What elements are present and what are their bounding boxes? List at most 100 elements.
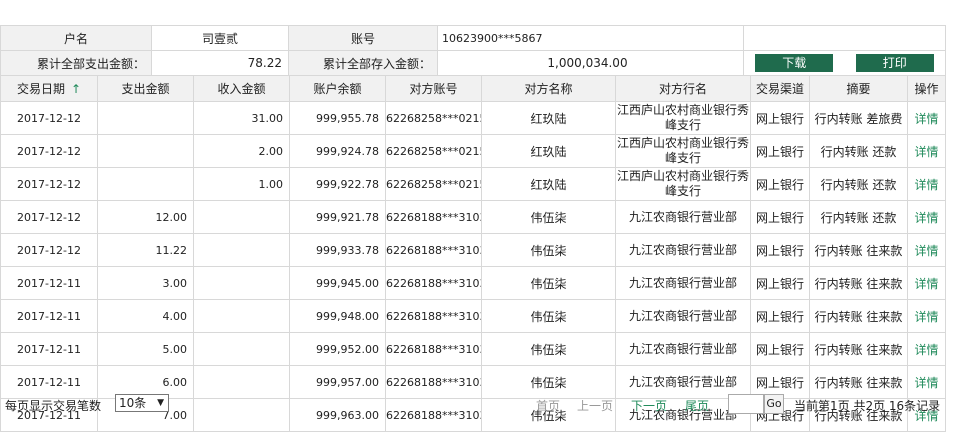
detail-link[interactable]: 详情 — [914, 376, 938, 390]
cell-expense: 3.00 — [97, 266, 194, 300]
detail-link[interactable]: 详情 — [914, 277, 938, 291]
table-row: 2017-12-11 3.00 999,945.00 62268188***3103 伟… — [0, 266, 946, 300]
page-size-value: 10条 — [119, 396, 147, 410]
cell-channel: 网上银行 — [750, 200, 810, 234]
account-name-value: 司壹贰 — [151, 25, 289, 51]
cell-memo: 行内转账 往来款 — [809, 332, 908, 366]
col-header-date-label: 交易日期 — [16, 82, 65, 96]
table-row: 2017-12-12 1.00 999,922.78 62268258***0215 红… — [0, 167, 946, 201]
cell-income — [193, 299, 290, 333]
cell-counter-account: 62268188***3103 — [385, 233, 482, 267]
detail-link[interactable]: 详情 — [914, 211, 938, 225]
cell-channel: 网上银行 — [750, 233, 810, 267]
cell-action: 详情 — [907, 332, 946, 366]
go-button[interactable]: Go — [764, 394, 784, 414]
detail-link[interactable]: 详情 — [914, 310, 938, 324]
cell-counter-bank: 九江农商银行营业部 — [615, 200, 751, 234]
table-row: 2017-12-11 5.00 999,952.00 62268188***3103 伟… — [0, 332, 946, 366]
print-button[interactable]: 打印 — [855, 54, 934, 72]
cell-counter-name: 伟伍柒 — [481, 200, 616, 234]
cell-channel: 网上银行 — [750, 101, 810, 135]
table-row: 2017-12-12 31.00 999,955.78 62268258***0215… — [0, 101, 946, 135]
first-page-link[interactable]: 首页 — [536, 397, 560, 414]
detail-link[interactable]: 详情 — [914, 244, 938, 258]
cell-expense — [97, 167, 194, 201]
detail-link[interactable]: 详情 — [914, 145, 938, 159]
cell-expense: 12.00 — [97, 200, 194, 234]
col-header-action: 操作 — [907, 75, 946, 102]
table-header-row: 交易日期 ↑ 支出金额 收入金额 账户余额 对方账号 对方名称 对方行名 交易渠道… — [0, 75, 946, 102]
cell-balance: 999,952.00 — [289, 332, 386, 366]
cell-balance: 999,922.78 — [289, 167, 386, 201]
cell-date: 2017-12-11 — [0, 266, 98, 300]
cell-counter-account: 62268258***0215 — [385, 167, 482, 201]
cell-action: 详情 — [907, 233, 946, 267]
transaction-table: 交易日期 ↑ 支出金额 收入金额 账户余额 对方账号 对方名称 对方行名 交易渠道… — [0, 75, 946, 432]
page-info: 当前第1页 共2页 16条记录 — [794, 399, 941, 413]
download-cell: 下载 — [743, 50, 845, 76]
cell-balance: 999,933.78 — [289, 233, 386, 267]
cell-memo: 行内转账 还款 — [809, 200, 908, 234]
total-out-value: 78.22 — [151, 50, 289, 76]
col-header-counter-name: 对方名称 — [481, 75, 616, 102]
cell-date: 2017-12-12 — [0, 134, 98, 168]
cell-counter-name: 伟伍柒 — [481, 332, 616, 366]
col-header-counter-bank: 对方行名 — [615, 75, 751, 102]
sort-asc-icon[interactable]: ↑ — [71, 82, 81, 96]
cell-counter-name: 红玖陆 — [481, 134, 616, 168]
col-header-channel: 交易渠道 — [750, 75, 810, 102]
summary-row-account: 户名 司壹贰 账号 10623900***5867 — [0, 25, 946, 51]
cell-counter-account: 62268258***0215 — [385, 134, 482, 168]
page-jump-input[interactable] — [728, 394, 764, 414]
dropdown-caret-icon: ▼ — [157, 398, 164, 408]
cell-income — [193, 266, 290, 300]
table-row: 2017-12-12 2.00 999,924.78 62268258***0215 红… — [0, 134, 946, 168]
cell-channel: 网上银行 — [750, 299, 810, 333]
cell-action: 详情 — [907, 200, 946, 234]
detail-link[interactable]: 详情 — [914, 112, 938, 126]
col-header-memo: 摘要 — [809, 75, 908, 102]
col-header-income: 收入金额 — [193, 75, 290, 102]
cell-channel: 网上银行 — [750, 134, 810, 168]
page-size-select[interactable]: 10条 ▼ — [115, 394, 169, 412]
detail-link[interactable]: 详情 — [914, 343, 938, 357]
cell-date: 2017-12-12 — [0, 167, 98, 201]
download-button[interactable]: 下载 — [755, 54, 834, 72]
cell-counter-bank: 九江农商银行营业部 — [615, 233, 751, 267]
cell-counter-account: 62268258***0215 — [385, 101, 482, 135]
cell-action: 详情 — [907, 101, 946, 135]
prev-page-link[interactable]: 上一页 — [577, 397, 613, 414]
cell-expense: 5.00 — [97, 332, 194, 366]
cell-counter-account: 62268188***3103 — [385, 299, 482, 333]
pagination-bar: 每页显示交易笔数 10条 ▼ 首页 上一页 下一页 尾页 Go 当前第1页 共2… — [0, 392, 945, 416]
cell-date: 2017-12-11 — [0, 299, 98, 333]
cell-counter-name: 红玖陆 — [481, 101, 616, 135]
next-page-link[interactable]: 下一页 — [631, 397, 667, 414]
col-header-expense: 支出金额 — [97, 75, 194, 102]
cell-counter-name: 伟伍柒 — [481, 299, 616, 333]
cell-income: 31.00 — [193, 101, 290, 135]
cell-income: 2.00 — [193, 134, 290, 168]
account-number-value: 10623900***5867 — [437, 25, 744, 51]
cell-counter-bank: 江西庐山农村商业银行秀峰支行 — [615, 134, 751, 168]
cell-expense — [97, 134, 194, 168]
account-summary: 户名 司壹贰 账号 10623900***5867 累计全部支出金额： 78.2… — [0, 25, 946, 76]
table-row: 2017-12-11 4.00 999,948.00 62268188***3103 伟… — [0, 299, 946, 333]
col-header-balance: 账户余额 — [289, 75, 386, 102]
cell-memo: 行内转账 还款 — [809, 134, 908, 168]
cell-memo: 行内转账 往来款 — [809, 266, 908, 300]
cell-date: 2017-12-11 — [0, 332, 98, 366]
col-header-date[interactable]: 交易日期 ↑ — [0, 75, 98, 102]
cell-income: 1.00 — [193, 167, 290, 201]
last-page-link[interactable]: 尾页 — [685, 397, 709, 414]
cell-memo: 行内转账 往来款 — [809, 299, 908, 333]
cell-counter-name: 伟伍柒 — [481, 233, 616, 267]
detail-link[interactable]: 详情 — [914, 178, 938, 192]
account-number-label: 账号 — [288, 25, 438, 51]
cell-expense: 4.00 — [97, 299, 194, 333]
cell-counter-bank: 江西庐山农村商业银行秀峰支行 — [615, 101, 751, 135]
cell-counter-name: 伟伍柒 — [481, 266, 616, 300]
cell-income — [193, 332, 290, 366]
page-size-label: 每页显示交易笔数 — [5, 399, 102, 413]
cell-counter-account: 62268188***3103 — [385, 332, 482, 366]
